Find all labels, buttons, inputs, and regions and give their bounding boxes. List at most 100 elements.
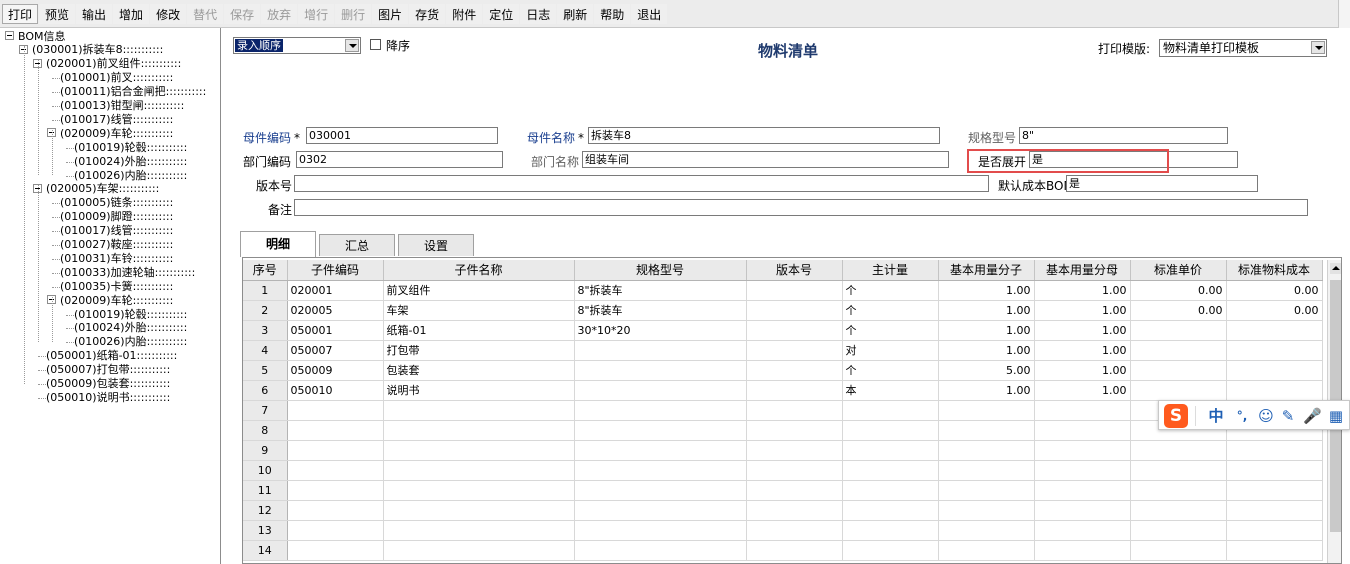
table-cell[interactable] [1034,480,1131,501]
table-cell[interactable]: 050010 [287,380,384,401]
table-cell[interactable] [842,500,939,521]
table-cell[interactable]: 8"拆装车 [574,280,747,301]
table-cell[interactable] [1226,460,1323,481]
table-cell[interactable] [383,400,575,421]
table-cell[interactable] [938,480,1035,501]
table-cell[interactable]: 个 [842,320,939,341]
table-cell[interactable] [842,420,939,441]
table-cell[interactable] [383,540,575,561]
table-cell[interactable]: 1.00 [1034,360,1131,381]
table-cell[interactable] [1034,440,1131,461]
tree-item[interactable]: (010001)前叉::::::::::: [60,71,173,85]
table-cell[interactable] [383,500,575,521]
table-cell[interactable] [1130,540,1227,561]
table-cell[interactable] [574,520,747,541]
table-cell[interactable]: 050007 [287,340,384,361]
toolbar-button-13[interactable]: 定位 [483,4,520,24]
table-cell[interactable] [842,520,939,541]
spec-field[interactable]: 8" [1019,127,1228,144]
column-header[interactable]: 基本用量分子 [938,260,1035,281]
table-cell[interactable] [574,400,747,421]
table-cell[interactable]: 5.00 [938,360,1035,381]
table-cell[interactable] [383,460,575,481]
table-cell[interactable] [938,460,1035,481]
table-cell[interactable]: 8"拆装车 [574,300,747,321]
toolbar-button-5[interactable]: 替代 [187,4,224,24]
chevron-down-icon[interactable] [345,39,359,52]
table-cell[interactable] [574,380,747,401]
table-cell[interactable] [1226,540,1323,561]
table-cell[interactable] [938,420,1035,441]
tree-item[interactable]: (010013)钳型闸::::::::::: [60,99,184,113]
tree-item[interactable]: (050009)包装套::::::::::: [46,377,170,391]
table-cell[interactable] [1130,380,1227,401]
toolbar-button-2[interactable]: 输出 [76,4,113,24]
table-row[interactable]: 2 020005 车架 8"拆装车个 1.00 1.00 0.00 0.00 [243,300,1323,321]
table-cell[interactable]: 说明书 [383,380,575,401]
table-cell[interactable] [574,440,747,461]
table-cell[interactable]: 个 [842,360,939,381]
table-cell[interactable] [1130,340,1227,361]
table-cell[interactable] [746,480,843,501]
table-cell[interactable]: 050009 [287,360,384,381]
table-cell[interactable]: 打包带 [383,340,575,361]
table-cell[interactable] [746,460,843,481]
table-cell[interactable] [938,500,1035,521]
column-header[interactable]: 标准物料成本 [1226,260,1323,281]
column-header[interactable]: 子件编码 [287,260,384,281]
tree-item[interactable]: (010024)外胎::::::::::: [74,155,187,169]
table-cell[interactable] [287,400,384,421]
table-cell[interactable] [842,440,939,461]
table-row[interactable]: 9 [243,440,1323,461]
tree-item[interactable]: (010031)车铃::::::::::: [60,252,173,266]
table-cell[interactable] [1130,480,1227,501]
table-row[interactable]: 4 050007 打包带对 1.00 1.00 [243,340,1323,361]
punctuation-icon[interactable]: °, [1233,407,1251,425]
tab-detail[interactable]: 明细 [240,231,316,257]
table-cell[interactable] [287,520,384,541]
table-cell[interactable]: 本 [842,380,939,401]
table-cell[interactable] [1034,460,1131,481]
table-cell[interactable]: 1.00 [1034,300,1131,321]
table-cell[interactable] [746,500,843,521]
column-header[interactable]: 规格型号 [574,260,747,281]
table-cell[interactable] [746,440,843,461]
pen-icon[interactable]: ✎ [1279,407,1297,425]
table-cell[interactable] [938,520,1035,541]
table-cell[interactable]: 0.00 [1226,300,1323,321]
column-header[interactable]: 版本号 [746,260,843,281]
table-cell[interactable] [1226,500,1323,521]
table-cell[interactable] [746,340,843,361]
table-cell[interactable] [1130,520,1227,541]
table-cell[interactable]: 车架 [383,300,575,321]
tree-item[interactable]: (050010)说明书::::::::::: [46,391,170,405]
toolbar-button-17[interactable]: 退出 [631,4,668,24]
toolbar-button-16[interactable]: 帮助 [594,4,631,24]
table-cell[interactable] [842,540,939,561]
table-cell[interactable] [287,500,384,521]
tree-item[interactable]: (010019)轮毂::::::::::: [74,141,187,155]
table-cell[interactable]: 对 [842,340,939,361]
tree-item[interactable]: (010005)链条::::::::::: [60,196,173,210]
toolbar-button-15[interactable]: 刷新 [557,4,594,24]
table-cell[interactable]: 1.00 [1034,280,1131,301]
tree-item[interactable]: (010011)铝合金闸把::::::::::: [60,85,206,99]
sogou-logo-icon[interactable]: S [1164,404,1188,428]
toolbar-button-7[interactable]: 放弃 [261,4,298,24]
table-cell[interactable]: 1.00 [1034,340,1131,361]
ime-toolbar[interactable]: S 中 °, ☺ ✎ 🎤 ▦ [1158,400,1350,430]
table-cell[interactable] [1130,440,1227,461]
table-cell[interactable] [287,480,384,501]
table-cell[interactable] [287,440,384,461]
dept-name-field[interactable]: 组装车间 [582,151,949,168]
bom-tree[interactable]: BOM信息 (030001)拆装车8::::::::::: (020001)前叉组件… [0,28,221,564]
table-cell[interactable] [1226,480,1323,501]
table-cell[interactable] [842,480,939,501]
microphone-icon[interactable]: 🎤 [1303,407,1322,425]
emoji-icon[interactable]: ☺ [1257,407,1275,425]
table-row[interactable]: 13 [243,520,1323,541]
table-cell[interactable] [1226,520,1323,541]
tree-item[interactable]: (030001)拆装车8::::::::::: [19,43,163,57]
column-header[interactable]: 序号 [243,260,288,281]
tree-item[interactable]: (020001)前叉组件::::::::::: [33,57,181,71]
